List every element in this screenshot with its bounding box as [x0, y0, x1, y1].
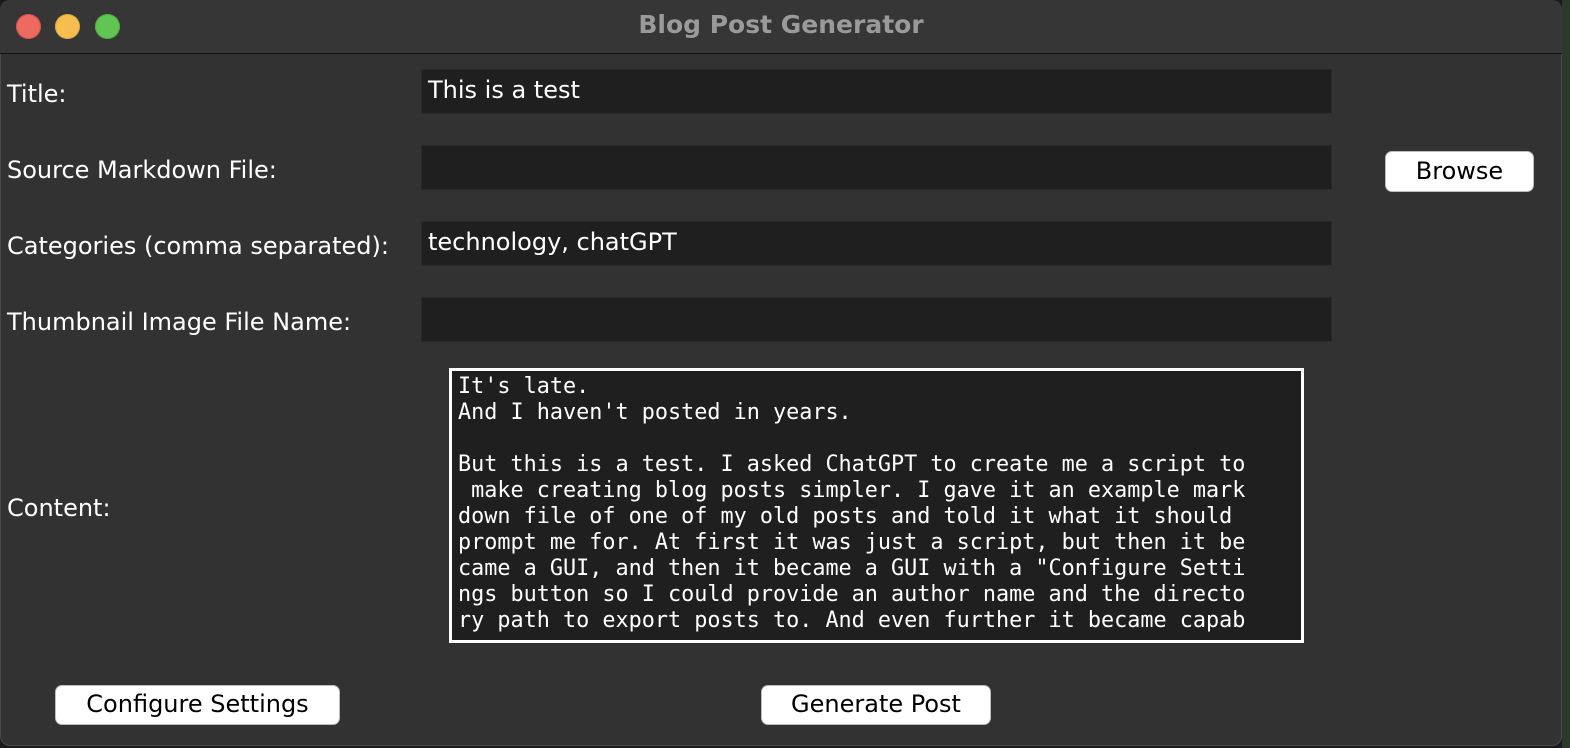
title-input[interactable]: This is a test	[421, 69, 1332, 114]
thumbnail-label: Thumbnail Image File Name:	[7, 308, 352, 336]
thumbnail-input[interactable]	[421, 297, 1332, 342]
content-line: prompt me for. At first it was just a sc…	[458, 530, 1246, 555]
generate-post-button[interactable]: Generate Post	[761, 685, 991, 725]
title-label: Title:	[7, 80, 67, 108]
content-line: came a GUI, and then it became a GUI wit…	[458, 556, 1246, 581]
window-title: Blog Post Generator	[638, 10, 924, 39]
content-line: ngs button so I could provide an author …	[458, 582, 1246, 607]
content-line: But this is a test. I asked ChatGPT to c…	[458, 452, 1246, 477]
categories-label: Categories (comma separated):	[7, 232, 389, 260]
content-line: make creating blog posts simpler. I gave…	[458, 478, 1246, 503]
content-line: It's late.	[458, 374, 590, 399]
desktop-edge	[1562, 0, 1570, 748]
content-textarea[interactable]: It's late. And I haven't posted in years…	[449, 368, 1304, 643]
content-line: down file of one of my old posts and tol…	[458, 504, 1246, 529]
browse-button[interactable]: Browse	[1385, 151, 1534, 192]
title-bar: Blog Post Generator	[0, 0, 1562, 54]
categories-input[interactable]: technology, chatGPT	[421, 221, 1332, 266]
content-label: Content:	[7, 494, 111, 522]
source-markdown-input[interactable]	[421, 145, 1332, 190]
app-window: Blog Post Generator Title: This is a tes…	[0, 0, 1562, 746]
configure-settings-button[interactable]: Configure Settings	[55, 685, 340, 725]
content-line	[458, 426, 1301, 452]
source-markdown-label: Source Markdown File:	[7, 156, 277, 184]
content-line: ry path to export posts to. And even fur…	[458, 608, 1246, 633]
content-line: And I haven't posted in years.	[458, 400, 852, 425]
